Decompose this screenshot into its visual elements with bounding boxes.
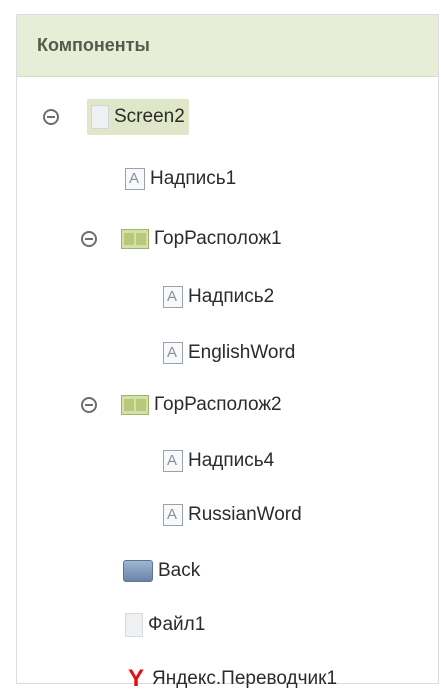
node-label: RussianWord: [188, 504, 302, 525]
node-label: Screen2: [114, 106, 185, 127]
tree-node-yandex[interactable]: Y Яндекс.Переводчик1: [121, 661, 341, 697]
label-icon: [163, 342, 183, 364]
tree-node-label2[interactable]: Надпись2: [159, 279, 278, 315]
horizontal-arrangement-icon: [121, 395, 149, 415]
component-tree: Screen2 Надпись1 ГорРасполож1 Надпись2: [17, 77, 438, 691]
node-label: ГорРасполож1: [154, 228, 282, 249]
tree-node-label4[interactable]: Надпись4: [159, 443, 278, 479]
node-label: Надпись2: [188, 286, 275, 307]
tree-node-screen2[interactable]: Screen2: [87, 99, 189, 135]
label-icon: [163, 504, 183, 526]
tree-node-back[interactable]: Back: [119, 553, 204, 589]
tree-node-hbox1[interactable]: ГорРасполож1: [117, 221, 286, 257]
tree-node-russianword[interactable]: RussianWord: [159, 497, 306, 533]
collapse-toggle-hbox1[interactable]: [81, 231, 97, 247]
label-icon: [163, 286, 183, 308]
label-icon: [125, 168, 145, 190]
node-label: Надпись1: [150, 168, 237, 189]
tree-node-label1[interactable]: Надпись1: [121, 161, 240, 197]
screen-icon: [91, 105, 109, 129]
collapse-toggle-hbox2[interactable]: [81, 397, 97, 413]
tree-node-hbox2[interactable]: ГорРасполож2: [117, 387, 286, 423]
collapse-toggle-screen2[interactable]: [43, 109, 59, 125]
node-label: Back: [158, 560, 201, 581]
panel-title: Компоненты: [17, 15, 438, 77]
node-label: Яндекс.Переводчик1: [152, 668, 338, 689]
node-label: ГорРасполож2: [154, 394, 282, 415]
yandex-translate-icon: Y: [127, 665, 144, 692]
tree-node-englishword[interactable]: EnglishWord: [159, 335, 299, 371]
node-label: Файл1: [148, 614, 206, 635]
node-label: Надпись4: [188, 450, 275, 471]
horizontal-arrangement-icon: [121, 229, 149, 249]
node-label: EnglishWord: [188, 342, 296, 363]
label-icon: [163, 450, 183, 472]
components-panel: Компоненты Screen2 Надпись1 ГорРасполож1: [16, 14, 439, 691]
file-icon: [125, 613, 143, 637]
button-icon: [123, 560, 153, 582]
tree-node-file1[interactable]: Файл1: [121, 607, 209, 643]
